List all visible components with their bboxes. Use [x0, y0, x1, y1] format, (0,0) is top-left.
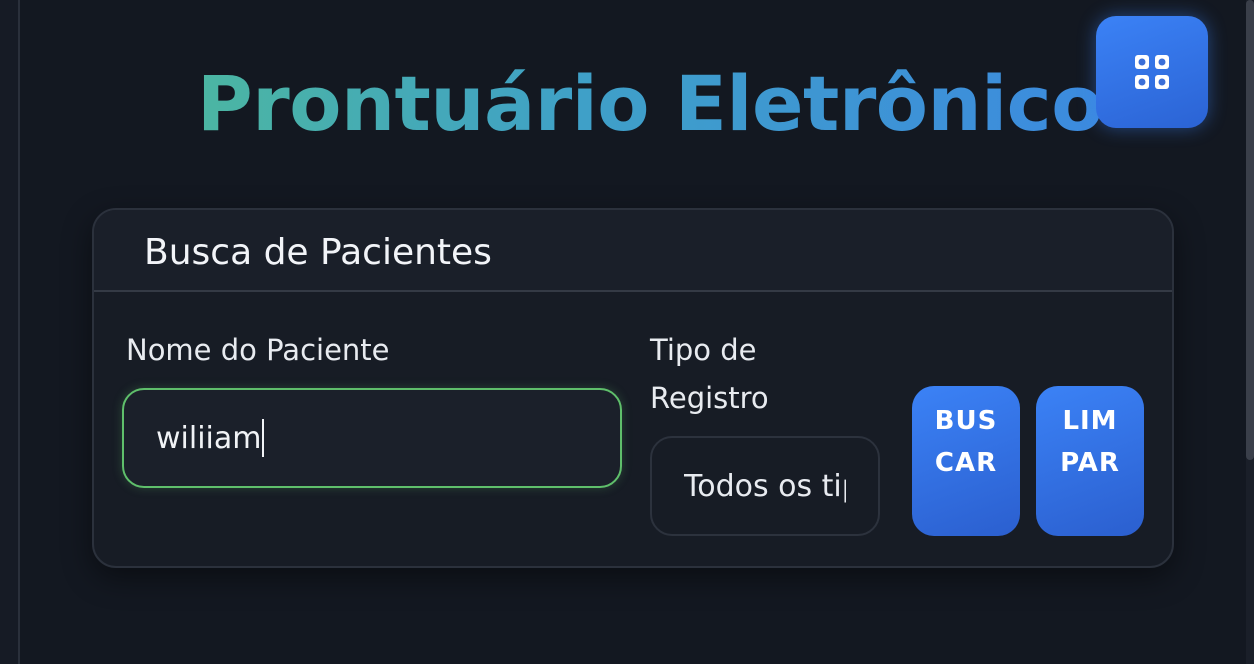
- page: Prontuário Eletrônico Busca de Pacientes…: [0, 0, 1254, 664]
- record-type-select[interactable]: Todos os tipos: [650, 436, 880, 536]
- clear-button[interactable]: LIMPAR: [1036, 386, 1144, 536]
- card-title: Busca de Pacientes: [144, 232, 492, 273]
- card-header: Busca de Pacientes: [94, 210, 1172, 292]
- record-type-label: Tipo de Registro: [650, 333, 769, 415]
- grid-icon: [1135, 55, 1169, 89]
- page-title: Prontuário Eletrônico: [0, 66, 1254, 142]
- apps-menu-button[interactable]: [1096, 16, 1208, 128]
- patient-name-label: Nome do Paciente: [126, 333, 390, 367]
- patient-name-value: wiliiam: [156, 420, 262, 456]
- text-caret: [262, 419, 265, 457]
- patient-name-input[interactable]: wiliiam: [122, 388, 622, 488]
- record-type-selected: Todos os tipos: [684, 468, 846, 504]
- search-button[interactable]: BUSCAR: [912, 386, 1020, 536]
- patient-search-card: Busca de Pacientes Nome do Paciente wili…: [92, 208, 1174, 568]
